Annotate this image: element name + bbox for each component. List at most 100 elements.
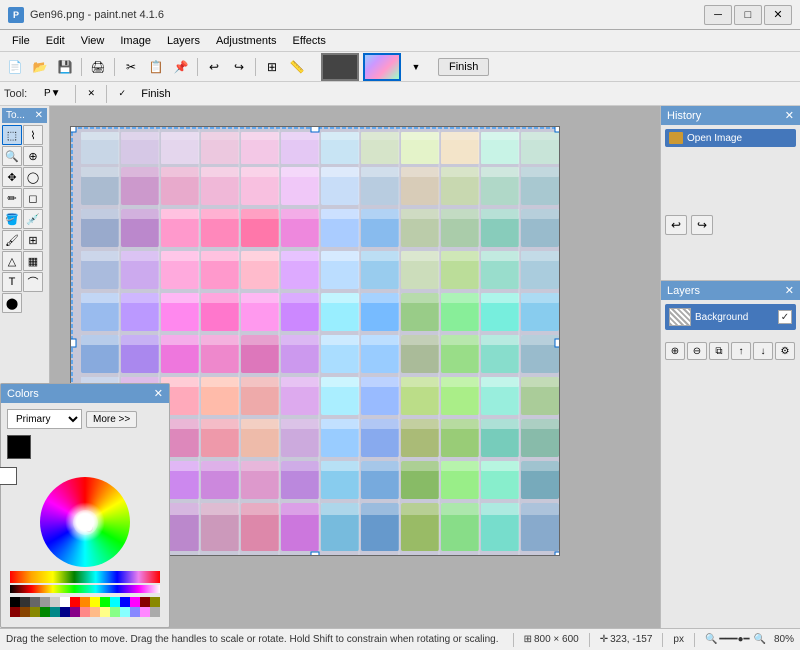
ruler-button[interactable]: 📏: [286, 56, 308, 78]
palette-blue[interactable]: [120, 597, 130, 607]
minimize-button[interactable]: ─: [704, 5, 732, 25]
palette-gray[interactable]: [30, 597, 40, 607]
history-redo-btn[interactable]: ↪: [691, 215, 713, 235]
layer-up-btn[interactable]: ↑: [731, 342, 751, 360]
palette-2-9[interactable]: [90, 607, 100, 617]
layer-visibility-check[interactable]: ✓: [778, 310, 792, 324]
palette-white[interactable]: [60, 597, 70, 607]
new-button[interactable]: 📄: [4, 56, 26, 78]
palette-darkred[interactable]: [140, 597, 150, 607]
palette-2-12[interactable]: [120, 607, 130, 617]
tool-fill[interactable]: 🪣: [2, 209, 22, 229]
primary-color-swatch[interactable]: [7, 435, 31, 459]
check-btn[interactable]: ✓: [111, 83, 133, 105]
tool-select-rect[interactable]: ⬚: [2, 125, 22, 145]
open-button[interactable]: 📂: [29, 56, 51, 78]
colors-close[interactable]: ✕: [154, 387, 163, 400]
zoom-out-btn[interactable]: 🔍: [705, 634, 717, 645]
tool-text[interactable]: T: [2, 272, 22, 292]
palette-darkgray[interactable]: [20, 597, 30, 607]
maximize-button[interactable]: □: [734, 5, 762, 25]
tool-shapes[interactable]: △: [2, 251, 22, 271]
history-close[interactable]: ✕: [785, 109, 794, 122]
cut-button[interactable]: ✂: [120, 56, 142, 78]
palette-green[interactable]: [100, 597, 110, 607]
palette-cyan[interactable]: [110, 597, 120, 607]
palette-2-11[interactable]: [110, 607, 120, 617]
palette-medgray[interactable]: [40, 597, 50, 607]
palette-2-2[interactable]: [20, 607, 30, 617]
history-undo-btn[interactable]: ↩: [665, 215, 687, 235]
menu-file[interactable]: File: [4, 33, 38, 49]
menu-view[interactable]: View: [73, 33, 113, 49]
layer-settings-btn[interactable]: ⚙: [775, 342, 795, 360]
colors-more-button[interactable]: More >>: [86, 411, 137, 428]
color-hue-bar[interactable]: [10, 571, 160, 583]
layer-duplicate-btn[interactable]: ⧉: [709, 342, 729, 360]
palette-lightgray[interactable]: [50, 597, 60, 607]
paste-button[interactable]: 📌: [170, 56, 192, 78]
palette-red[interactable]: [70, 597, 80, 607]
tool-clone[interactable]: ⊞: [23, 230, 43, 250]
palette-yellow[interactable]: [90, 597, 100, 607]
deselect-btn[interactable]: ✕: [80, 83, 102, 105]
tool-select-magic[interactable]: ⊕: [23, 146, 43, 166]
thumb-dark[interactable]: [321, 53, 359, 81]
tool-gradient[interactable]: ▦: [23, 251, 43, 271]
palette-2-10[interactable]: [100, 607, 110, 617]
color-spectrum-bar[interactable]: [10, 585, 160, 593]
close-button[interactable]: ✕: [764, 5, 792, 25]
menu-layers[interactable]: Layers: [159, 33, 208, 49]
palette-2-4[interactable]: [40, 607, 50, 617]
secondary-color-swatch[interactable]: [0, 467, 17, 485]
tools-close[interactable]: ✕: [35, 110, 43, 121]
zoom-slider[interactable]: ━━━●━: [719, 634, 749, 645]
tool-select-ellipse[interactable]: ◯: [23, 167, 43, 187]
tool-brush[interactable]: 🖌: [2, 230, 22, 250]
palette-2-1[interactable]: [10, 607, 20, 617]
palette-2-3[interactable]: [30, 607, 40, 617]
palette-black[interactable]: [10, 597, 20, 607]
layer-delete-btn[interactable]: ⊖: [687, 342, 707, 360]
thumb-expand[interactable]: ▼: [405, 56, 427, 78]
tool-move[interactable]: ✥: [2, 167, 22, 187]
print-button[interactable]: 🖨: [87, 56, 109, 78]
tool-pencil[interactable]: ✏: [2, 188, 22, 208]
palette-2-14[interactable]: [140, 607, 150, 617]
tool-recolor[interactable]: ⬤: [2, 293, 22, 313]
palette-2-7[interactable]: [70, 607, 80, 617]
layer-item[interactable]: Background ✓: [665, 304, 796, 330]
layer-add-btn[interactable]: ⊕: [665, 342, 685, 360]
palette-2-8[interactable]: [80, 607, 90, 617]
layer-down-btn[interactable]: ↓: [753, 342, 773, 360]
palette-magenta[interactable]: [130, 597, 140, 607]
palette-2-15[interactable]: [150, 607, 160, 617]
palette-olive[interactable]: [150, 597, 160, 607]
color-mode-select[interactable]: Primary Secondary: [7, 409, 82, 429]
undo-button[interactable]: ↩: [203, 56, 225, 78]
thumb-canvas[interactable]: [363, 53, 401, 81]
grid-button[interactable]: ⊞: [261, 56, 283, 78]
tool-zoom[interactable]: 🔍: [2, 146, 22, 166]
palette-2-6[interactable]: [60, 607, 70, 617]
save-button[interactable]: 💾: [54, 56, 76, 78]
layers-close[interactable]: ✕: [785, 284, 794, 297]
menu-edit[interactable]: Edit: [38, 33, 73, 49]
tool-eraser[interactable]: ◻: [23, 188, 43, 208]
tool-select-lasso[interactable]: ⌇: [23, 125, 43, 145]
tool-colorpick[interactable]: 💉: [23, 209, 43, 229]
redo-button[interactable]: ↪: [228, 56, 250, 78]
menu-adjustments[interactable]: Adjustments: [208, 33, 285, 49]
zoom-in-btn[interactable]: 🔍: [754, 634, 766, 645]
palette-2-13[interactable]: [130, 607, 140, 617]
color-wheel[interactable]: [40, 477, 130, 567]
tool-curve[interactable]: ⌒: [23, 272, 43, 292]
copy-button[interactable]: 📋: [145, 56, 167, 78]
menu-effects[interactable]: Effects: [285, 33, 334, 49]
palette-orange[interactable]: [80, 597, 90, 607]
tool-mode-select[interactable]: P▼: [33, 83, 71, 105]
menu-image[interactable]: Image: [112, 33, 159, 49]
history-item[interactable]: Open Image: [665, 129, 796, 147]
finish-button[interactable]: Finish: [438, 58, 489, 76]
palette-2-5[interactable]: [50, 607, 60, 617]
